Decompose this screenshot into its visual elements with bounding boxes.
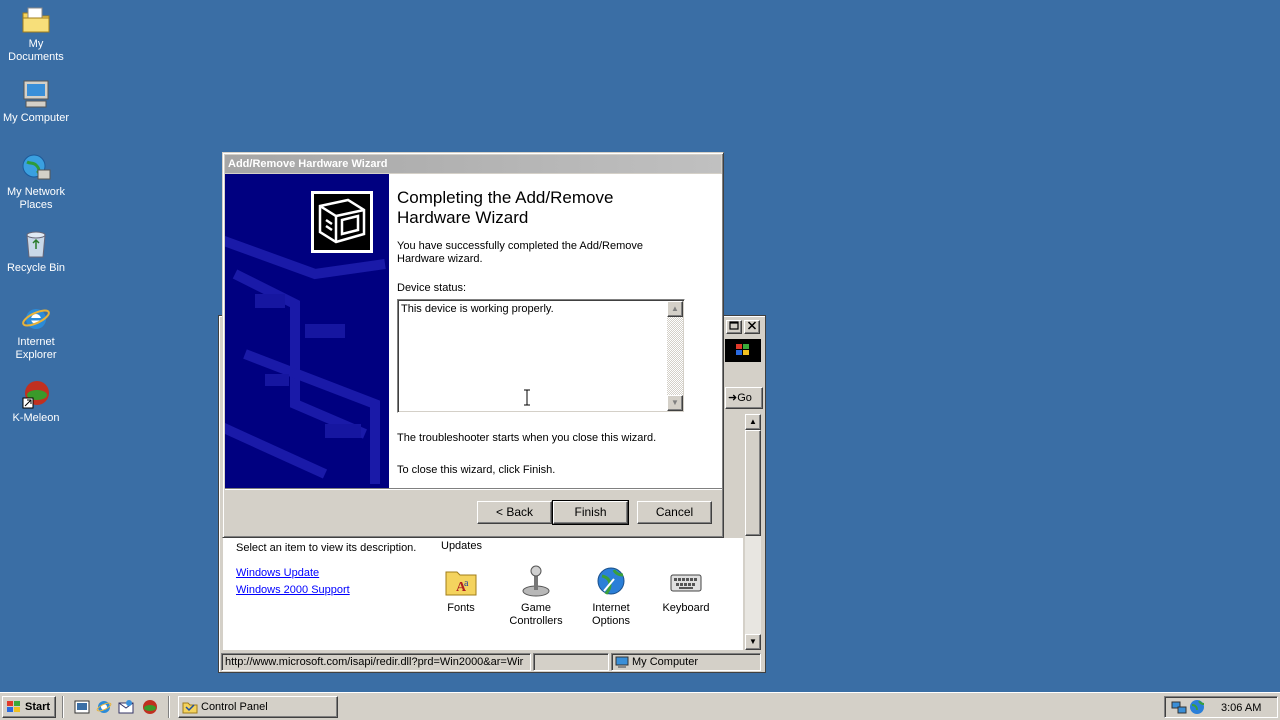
desktop-icon-label: Recycle Bin (6, 262, 66, 274)
cp-item-label: Internet Options (592, 602, 630, 627)
desktop-icon-my-network-places[interactable]: My Network Places (0, 152, 72, 212)
taskbar-divider (168, 696, 170, 718)
wizard-content: Completing the Add/Remove Hardware Wizar… (389, 174, 722, 488)
textbox-scrollbar[interactable]: ▲ ▼ (667, 301, 683, 411)
status-empty-cell (533, 653, 609, 671)
desktop-icon-my-computer[interactable]: My Computer (0, 78, 72, 125)
status-zone-label: My Computer (632, 656, 699, 668)
joystick-icon (519, 564, 553, 598)
scroll-down-button[interactable]: ▼ (667, 395, 683, 411)
fonts-folder-icon: Aa (444, 564, 478, 598)
device-status-value: This device is working properly. (401, 303, 554, 315)
i-beam-cursor-icon (523, 389, 531, 406)
desktop-icon-label: Internet Explorer (15, 336, 57, 361)
desktop-icon-my-documents[interactable]: My Documents (0, 4, 72, 64)
start-button[interactable]: Start (2, 696, 56, 718)
wizard-heading: Completing the Add/Remove Hardware Wizar… (397, 188, 614, 227)
start-label: Start (25, 701, 51, 713)
maximize-icon (729, 321, 739, 330)
svg-text:a: a (464, 578, 469, 589)
desktop-icon-recycle-bin[interactable]: Recycle Bin (0, 228, 72, 275)
cp-item-game-controllers[interactable]: Game Controllers (501, 564, 571, 628)
back-button[interactable]: < Back (477, 501, 552, 524)
description-text: Select an item to view its description. (236, 542, 417, 554)
taskbar-button-label: Control Panel (201, 701, 268, 713)
control-panel-content: Select an item to view its description. … (223, 538, 743, 650)
network-icon (20, 152, 52, 184)
windows-flag-icon (736, 344, 749, 355)
close-instruction-text: To close this wizard, click Finish. (397, 464, 556, 476)
clock: 3:06 AM (1221, 702, 1262, 714)
status-zone: My Computer (611, 653, 761, 671)
wizard-title-bar[interactable]: Add/Remove Hardware Wizard (225, 155, 721, 173)
add-remove-hardware-wizard[interactable]: Add/Remove Hardware Wizard Completing th… (222, 152, 724, 538)
taskbar-divider (62, 696, 64, 718)
keyboard-icon (669, 564, 703, 598)
scroll-down-button[interactable]: ▼ (745, 634, 761, 650)
scroll-thumb[interactable] (745, 430, 761, 536)
close-button[interactable] (744, 320, 760, 334)
network-tray-icon[interactable] (1171, 699, 1187, 715)
go-label: Go (737, 392, 752, 404)
windows-2000-support-link[interactable]: Windows 2000 Support (236, 584, 350, 596)
go-arrow-icon: ➜ (728, 392, 738, 404)
k-meleon-icon (20, 378, 52, 410)
wizard-separator (225, 488, 722, 490)
go-button[interactable]: ➜Go (725, 387, 763, 409)
partial-item-label: Updates (441, 540, 482, 552)
windows-logo-throbber (725, 339, 761, 362)
globe-icon (594, 564, 628, 598)
cp-item-label: Fonts (447, 602, 475, 614)
desktop-icon-internet-explorer[interactable]: Internet Explorer (0, 302, 72, 362)
computer-icon (615, 656, 629, 668)
wizard-side-banner (225, 174, 389, 488)
desktop-icon-label: My Documents (8, 38, 64, 63)
desktop-icon-k-meleon[interactable]: K-Meleon (0, 378, 72, 425)
computer-icon (20, 78, 52, 110)
close-icon (747, 321, 757, 330)
windows-update-link[interactable]: Windows Update (236, 567, 319, 579)
cp-item-internet-options[interactable]: Internet Options (576, 564, 646, 628)
success-text: You have successfully completed the Add/… (397, 240, 644, 265)
status-url: http://www.microsoft.com/isapi/redir.dll… (221, 653, 531, 671)
desktop-icon-label: My Network Places (6, 186, 66, 211)
control-panel-icon (182, 702, 198, 714)
scroll-up-button[interactable]: ▲ (667, 301, 683, 317)
device-status-textbox[interactable]: This device is working properly. ▲ ▼ (397, 299, 685, 413)
window-title: Add/Remove Hardware Wizard (228, 158, 388, 170)
taskbar-button-control-panel[interactable]: Control Panel (178, 696, 338, 718)
hardware-icon (311, 191, 373, 253)
device-status-label: Device status: (397, 282, 467, 294)
finish-button[interactable]: Finish (552, 500, 629, 525)
cp-item-fonts[interactable]: Aa Fonts (426, 564, 496, 615)
outlook-express-icon[interactable] (118, 699, 134, 715)
internet-explorer-icon[interactable] (96, 699, 112, 715)
show-desktop-icon[interactable] (74, 699, 90, 715)
scroll-up-button[interactable]: ▲ (745, 414, 761, 430)
folder-documents-icon (20, 4, 52, 36)
internet-explorer-icon (20, 302, 52, 334)
k-meleon-icon[interactable] (142, 699, 158, 715)
desktop-icon-label: My Computer (2, 112, 70, 124)
cancel-button[interactable]: Cancel (637, 501, 712, 524)
windows-flag-icon (7, 701, 20, 712)
maximize-button[interactable] (726, 320, 742, 334)
cp-item-keyboard[interactable]: Keyboard (651, 564, 721, 615)
cp-item-label: Keyboard (662, 602, 710, 614)
vertical-scrollbar[interactable]: ▲ ▼ (745, 414, 761, 650)
status-bar: http://www.microsoft.com/isapi/redir.dll… (221, 653, 763, 671)
desktop-icon-label: K-Meleon (12, 412, 60, 424)
troubleshooter-text: The troubleshooter starts when you close… (397, 432, 657, 444)
recycle-bin-icon (20, 228, 52, 260)
system-tray: 3:06 AM (1164, 696, 1278, 718)
globe-tray-icon[interactable] (1189, 699, 1205, 715)
taskbar: Start Control Panel 3:06 AM (0, 692, 1280, 720)
cp-item-label: Game Controllers (509, 602, 563, 627)
